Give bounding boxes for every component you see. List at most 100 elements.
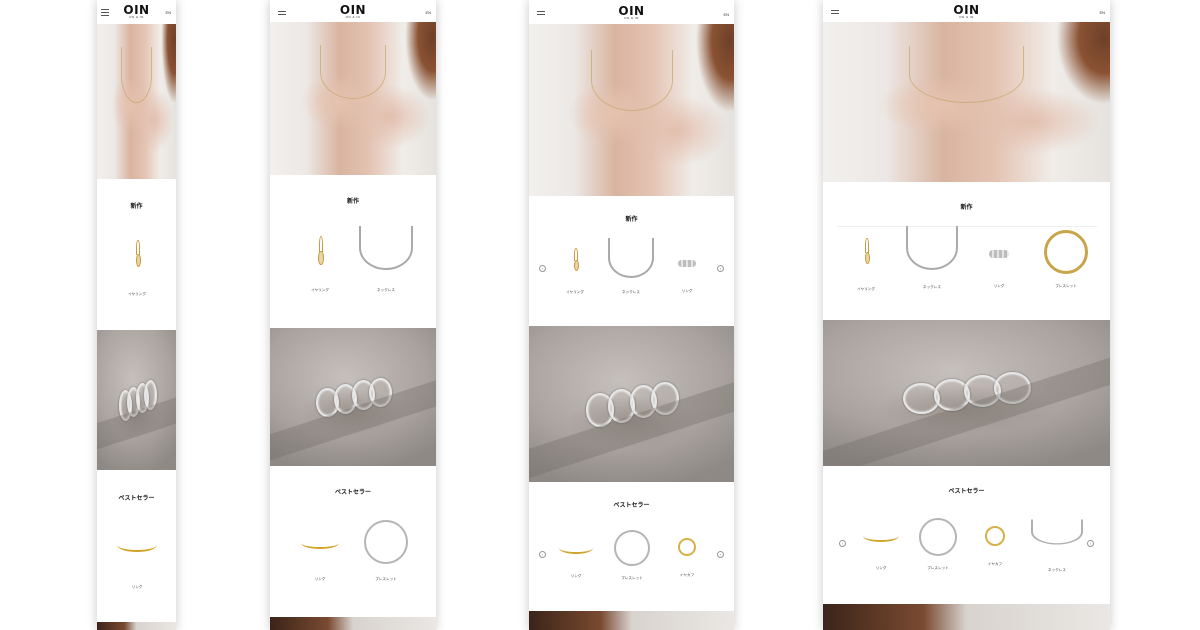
product-label: ブレスレット bbox=[621, 576, 643, 580]
ring-image bbox=[863, 530, 899, 542]
earring-image bbox=[314, 236, 326, 274]
product-earring[interactable]: イヤリング bbox=[845, 238, 887, 292]
divider bbox=[837, 226, 1097, 227]
lifestyle-image-rings bbox=[270, 328, 436, 466]
bracelet-image bbox=[919, 518, 957, 556]
menu-icon[interactable] bbox=[537, 11, 545, 17]
language-switch[interactable]: EN bbox=[165, 10, 171, 15]
product-label: ネックレス bbox=[377, 288, 395, 292]
screen-mobile-small: OIN ON & IN EN 新作 イヤリング ベストセラー リング bbox=[97, 0, 176, 630]
product-ear-cuff[interactable]: イヤカフ bbox=[975, 526, 1015, 567]
product-bracelet[interactable]: ブレスレット bbox=[915, 518, 961, 571]
product-ring[interactable]: リング bbox=[667, 260, 707, 294]
section-title-bestsellers: ベストセラー bbox=[118, 496, 155, 502]
section-title-new: 新作 bbox=[625, 217, 638, 223]
product-label: ブレスレット bbox=[1055, 284, 1077, 288]
chevron-right-icon[interactable]: › bbox=[1087, 540, 1094, 547]
product-label: リング bbox=[131, 585, 143, 589]
brand-logo[interactable]: OIN ON & IN bbox=[618, 5, 644, 21]
product-ring[interactable]: リング bbox=[112, 538, 162, 590]
footer-image bbox=[823, 604, 1110, 630]
brand-logo[interactable]: OIN ON & IN bbox=[123, 4, 149, 20]
product-label: ネックレス bbox=[622, 290, 640, 294]
product-ring[interactable]: リング bbox=[859, 530, 903, 571]
menu-icon[interactable] bbox=[278, 11, 286, 17]
product-label: リング bbox=[314, 577, 326, 581]
brand-logo[interactable]: OIN ON & IN bbox=[340, 4, 366, 20]
section-title-bestsellers: ベストセラー bbox=[334, 490, 372, 496]
product-label: ネックレス bbox=[1048, 568, 1066, 572]
product-bracelet[interactable]: ブレスレット bbox=[361, 520, 411, 582]
product-ear-cuff[interactable]: イヤカフ bbox=[667, 538, 707, 578]
product-label: リング bbox=[570, 574, 582, 578]
header: OIN ON & IN EN bbox=[529, 0, 734, 24]
ring-image bbox=[117, 538, 157, 552]
earring-image bbox=[861, 238, 871, 272]
necklace-image bbox=[359, 226, 413, 270]
product-label: リング bbox=[681, 289, 693, 293]
earring-image bbox=[132, 240, 142, 276]
product-ring[interactable]: リング bbox=[555, 542, 597, 579]
product-earring[interactable]: イヤリング bbox=[117, 240, 157, 297]
product-ring[interactable]: リング bbox=[295, 537, 345, 582]
product-label: イヤカフ bbox=[679, 573, 695, 577]
necklace-image bbox=[1031, 514, 1083, 550]
necklace-image bbox=[608, 238, 654, 278]
chevron-right-icon[interactable]: › bbox=[717, 265, 724, 272]
lifestyle-image-rings bbox=[823, 320, 1110, 466]
product-label: イヤリング bbox=[128, 292, 146, 296]
ring-image bbox=[678, 260, 696, 267]
product-label: リング bbox=[875, 566, 887, 570]
necklace-image bbox=[906, 226, 958, 270]
product-label: ブレスレット bbox=[927, 566, 949, 570]
hero-image bbox=[270, 22, 436, 175]
chevron-left-icon[interactable]: ‹ bbox=[839, 540, 846, 547]
chevron-left-icon[interactable]: ‹ bbox=[539, 265, 546, 272]
lifestyle-image-rings bbox=[97, 330, 176, 470]
brand-logo[interactable]: OIN ON & IN bbox=[953, 4, 979, 20]
product-label: ネックレス bbox=[923, 285, 941, 289]
product-bracelet[interactable]: ブレスレット bbox=[609, 530, 655, 581]
ring-image bbox=[301, 537, 339, 549]
header: OIN ON & IN EN bbox=[823, 0, 1110, 22]
bracelet-image bbox=[364, 520, 408, 564]
screen-tablet: OIN ON & IN EN 新作 ‹ イヤリング ネックレス リング › ベス… bbox=[529, 0, 734, 630]
chevron-right-icon[interactable]: › bbox=[717, 551, 724, 558]
menu-icon[interactable] bbox=[101, 9, 109, 18]
footer-image bbox=[97, 622, 176, 630]
earring-image bbox=[570, 248, 580, 278]
bracelet-image bbox=[1044, 230, 1088, 274]
product-ring[interactable]: リング bbox=[979, 250, 1019, 289]
product-necklace[interactable]: ネックレス bbox=[356, 226, 416, 293]
footer-image bbox=[270, 617, 436, 630]
menu-icon[interactable] bbox=[831, 10, 839, 16]
product-necklace[interactable]: ネックレス bbox=[903, 226, 961, 290]
ear-cuff-image bbox=[678, 538, 696, 556]
product-necklace[interactable]: ネックレス bbox=[1027, 514, 1087, 573]
hero-image bbox=[529, 24, 734, 196]
lifestyle-image-rings bbox=[529, 326, 734, 482]
product-earring[interactable]: イヤリング bbox=[555, 248, 595, 295]
hero-image bbox=[97, 24, 176, 179]
hero-image bbox=[823, 22, 1110, 182]
product-label: ブレスレット bbox=[375, 577, 397, 581]
product-label: リング bbox=[993, 284, 1005, 288]
section-title-new: 新作 bbox=[960, 205, 973, 211]
product-earring[interactable]: イヤリング bbox=[300, 236, 340, 293]
bracelet-image bbox=[614, 530, 650, 566]
footer-image bbox=[529, 611, 734, 630]
product-label: イヤリング bbox=[857, 287, 875, 291]
language-switch[interactable]: EN bbox=[425, 10, 431, 15]
product-label: イヤリング bbox=[566, 290, 584, 294]
language-switch[interactable]: EN bbox=[723, 12, 729, 17]
header: OIN ON & IN EN bbox=[97, 0, 176, 24]
section-title-new: 新作 bbox=[130, 204, 143, 210]
language-switch[interactable]: EN bbox=[1099, 10, 1105, 15]
screen-mobile-large: OIN ON & IN EN 新作 イヤリング ネックレス ベストセラー リング… bbox=[270, 0, 436, 630]
product-bracelet[interactable]: ブレスレット bbox=[1041, 230, 1091, 289]
screen-desktop: OIN ON & IN EN 新作 イヤリング ネックレス リング ブレスレット… bbox=[823, 0, 1110, 630]
ear-cuff-image bbox=[985, 526, 1005, 546]
product-necklace[interactable]: ネックレス bbox=[605, 238, 657, 295]
chevron-left-icon[interactable]: ‹ bbox=[539, 551, 546, 558]
section-title-bestsellers: ベストセラー bbox=[948, 489, 985, 495]
